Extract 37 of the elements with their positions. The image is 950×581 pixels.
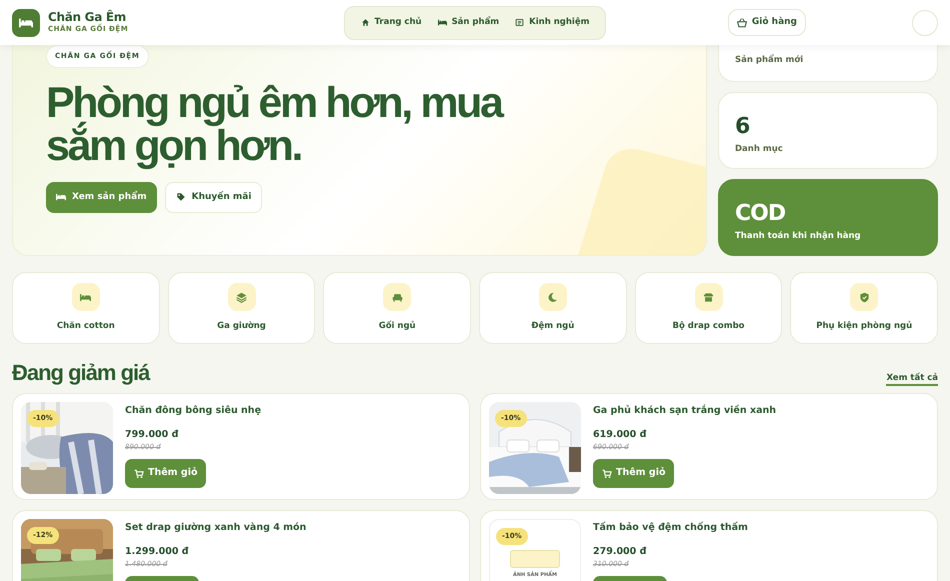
see-all-link[interactable]: Xem tất cả [886, 372, 938, 386]
category-card[interactable]: Chăn cotton [12, 272, 160, 344]
stat-label: Thanh toán khi nhận hàng [735, 230, 862, 243]
category-label: Đệm ngủ [531, 320, 574, 333]
brand-name: Chăn Ga Êm [48, 10, 127, 24]
cart-button[interactable]: Giỏ hàng [728, 8, 806, 36]
category-card[interactable]: Phụ kiện phòng ngủ [790, 272, 938, 344]
category-label: Phụ kiện phòng ngủ [816, 320, 912, 333]
nav-link[interactable]: Sản phẩm [430, 12, 508, 33]
product-price: 279.000 đ [593, 544, 648, 559]
product-price: 799.000 đ [125, 428, 180, 442]
add-to-cart-button[interactable]: Thêm giỏ [125, 459, 206, 488]
category-card[interactable]: Bộ drap combo [634, 272, 782, 344]
stat-value: COD [735, 202, 786, 226]
product-price: 1.299.000 đ [125, 544, 190, 559]
section-title: Đang giảm giá [12, 360, 150, 386]
category-card[interactable]: Đệm ngủ [479, 272, 627, 344]
stat-value: 6 [735, 115, 750, 140]
nav-link[interactable]: Kinh nghiệm [507, 12, 598, 33]
product-name[interactable]: Chăn đông bông siêu nhẹ [125, 404, 262, 419]
view-products-button[interactable]: Xem sản phẩm [46, 182, 157, 213]
product-name[interactable]: Ga phủ khách sạn trắng viền xanh [593, 404, 776, 419]
product-price: 619.000 đ [593, 428, 648, 442]
stat-label: Sản phẩm mới [735, 54, 804, 67]
add-to-cart-button[interactable]: Thêm giỏ [593, 459, 674, 488]
category-label: Ga giường [217, 320, 266, 333]
promo-button[interactable]: Khuyến mãi [164, 182, 262, 213]
product-name[interactable]: Set drap giường xanh vàng 4 món [125, 521, 306, 536]
category-label: Bộ drap combo [672, 320, 745, 333]
category-label: Gối ngủ [378, 320, 416, 333]
product-name[interactable]: Tấm bảo vệ đệm chống thấm [593, 521, 748, 536]
category-card[interactable]: Ga giường [168, 272, 316, 344]
category-label: Chăn cotton [56, 320, 115, 333]
stat-label: Danh mục [735, 143, 784, 156]
nav-link[interactable]: Trang chủ [352, 12, 430, 33]
category-card[interactable]: Gối ngủ [323, 272, 472, 344]
hero-title: Phòng ngủ êm hơn, mua sắm gọn hơn. [46, 82, 504, 168]
